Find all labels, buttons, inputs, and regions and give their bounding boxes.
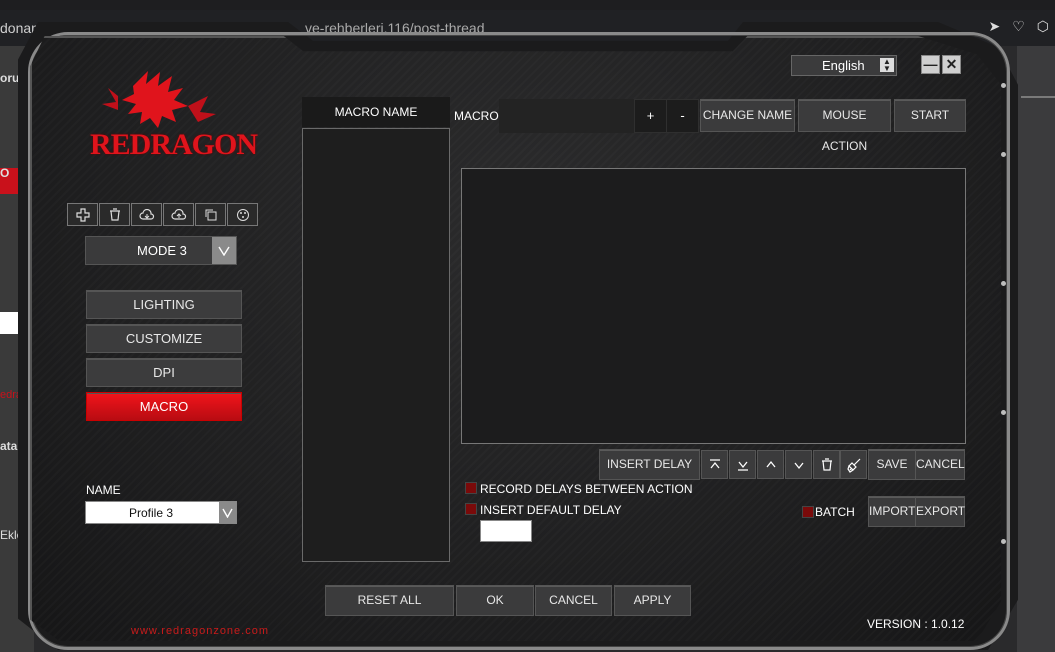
clear-broom-icon[interactable] — [840, 450, 867, 479]
language-select[interactable]: English ▲ ▼ — [791, 55, 897, 76]
export-button[interactable]: EXPORT — [915, 496, 965, 527]
move-top-icon[interactable] — [701, 450, 728, 479]
cloud-import-icon[interactable] — [131, 203, 162, 226]
profile-name-label: NAME — [86, 483, 121, 497]
batch-checkbox[interactable] — [802, 506, 814, 518]
mouse-action-button[interactable]: MOUSE ACTION — [798, 99, 891, 153]
cloud-export-icon[interactable] — [163, 203, 194, 226]
copy-icon[interactable] — [195, 203, 226, 226]
browser-top-strip — [0, 0, 1055, 10]
remove-macro-button[interactable]: - — [666, 99, 699, 133]
start-record-button[interactable]: START — [894, 99, 966, 132]
ok-button[interactable]: OK — [456, 585, 534, 616]
record-delays-label: RECORD DELAYS BETWEEN ACTION — [480, 482, 693, 496]
macro-events-list[interactable] — [461, 168, 966, 444]
macro-label: MACRO — [454, 109, 499, 123]
default-delay-input[interactable] — [480, 520, 532, 542]
bg-text-2: O — [0, 166, 10, 180]
share-icon[interactable]: ➤ — [988, 18, 1000, 35]
reset-all-button[interactable]: RESET ALL — [325, 585, 454, 616]
macro-name-input[interactable] — [499, 99, 634, 133]
language-value: English — [822, 58, 865, 73]
cancel-button[interactable]: CANCEL — [535, 585, 612, 616]
brand-wordmark: REDRAGON — [90, 128, 258, 161]
website-link[interactable]: www.redragonzone.com — [131, 625, 269, 637]
insert-default-delay-checkbox[interactable] — [465, 503, 477, 515]
chevron-down-icon[interactable] — [212, 237, 236, 264]
profile-value: Profile 3 — [129, 506, 174, 520]
minimize-button[interactable]: — — [921, 55, 940, 74]
batch-label: BATCH — [815, 505, 855, 519]
apply-button[interactable]: APPLY — [614, 585, 691, 616]
reset-icon[interactable] — [227, 203, 258, 226]
customize-button[interactable]: CUSTOMIZE — [86, 324, 242, 353]
profile-select[interactable]: Profile 3 — [85, 501, 237, 524]
delete-event-icon[interactable] — [813, 450, 840, 479]
chevron-down-icon[interactable] — [219, 502, 236, 523]
cancel-macro-button[interactable]: CANCEL — [915, 449, 965, 480]
add-macro-button[interactable]: + — [634, 99, 667, 133]
heart-icon[interactable]: ♡ — [1012, 18, 1025, 35]
change-name-button[interactable]: CHANGE NAME — [700, 99, 795, 132]
macro-list-header: MACRO NAME — [302, 97, 450, 127]
mode-value: MODE 3 — [137, 243, 187, 258]
screw-icon — [1001, 83, 1006, 88]
screw-icon — [1001, 152, 1006, 157]
save-macro-button[interactable]: SAVE — [868, 449, 916, 480]
macro-list[interactable] — [302, 128, 450, 562]
screw-icon — [1001, 281, 1006, 286]
dpi-button[interactable]: DPI — [86, 358, 242, 387]
mode-select[interactable]: MODE 3 — [85, 236, 237, 265]
record-delays-checkbox[interactable] — [465, 482, 477, 494]
profile-toolbar — [67, 203, 259, 226]
add-icon[interactable] — [67, 203, 98, 226]
spinner-arrows-icon[interactable]: ▲ ▼ — [880, 58, 894, 73]
close-button[interactable]: ✕ — [942, 55, 961, 74]
trash-icon[interactable] — [99, 203, 130, 226]
background-window-right — [1017, 46, 1055, 652]
extension-icon[interactable]: ⬡ — [1037, 18, 1049, 35]
lighting-button[interactable]: LIGHTING — [86, 290, 242, 319]
screw-icon — [1001, 410, 1006, 415]
insert-default-delay-label: INSERT DEFAULT DELAY — [480, 503, 622, 517]
move-down-icon[interactable] — [785, 450, 812, 479]
insert-delay-button[interactable]: INSERT DELAY — [599, 449, 700, 480]
move-bottom-icon[interactable] — [729, 450, 756, 479]
screw-icon — [1001, 539, 1006, 544]
macro-button[interactable]: MACRO — [86, 392, 242, 421]
bg-text-1: oru — [0, 71, 20, 85]
browser-icons: ➤ ♡ ⬡ — [988, 18, 1049, 35]
import-button[interactable]: IMPORT — [868, 496, 916, 527]
version-label: VERSION : 1.0.12 — [867, 617, 965, 631]
move-up-icon[interactable] — [757, 450, 784, 479]
